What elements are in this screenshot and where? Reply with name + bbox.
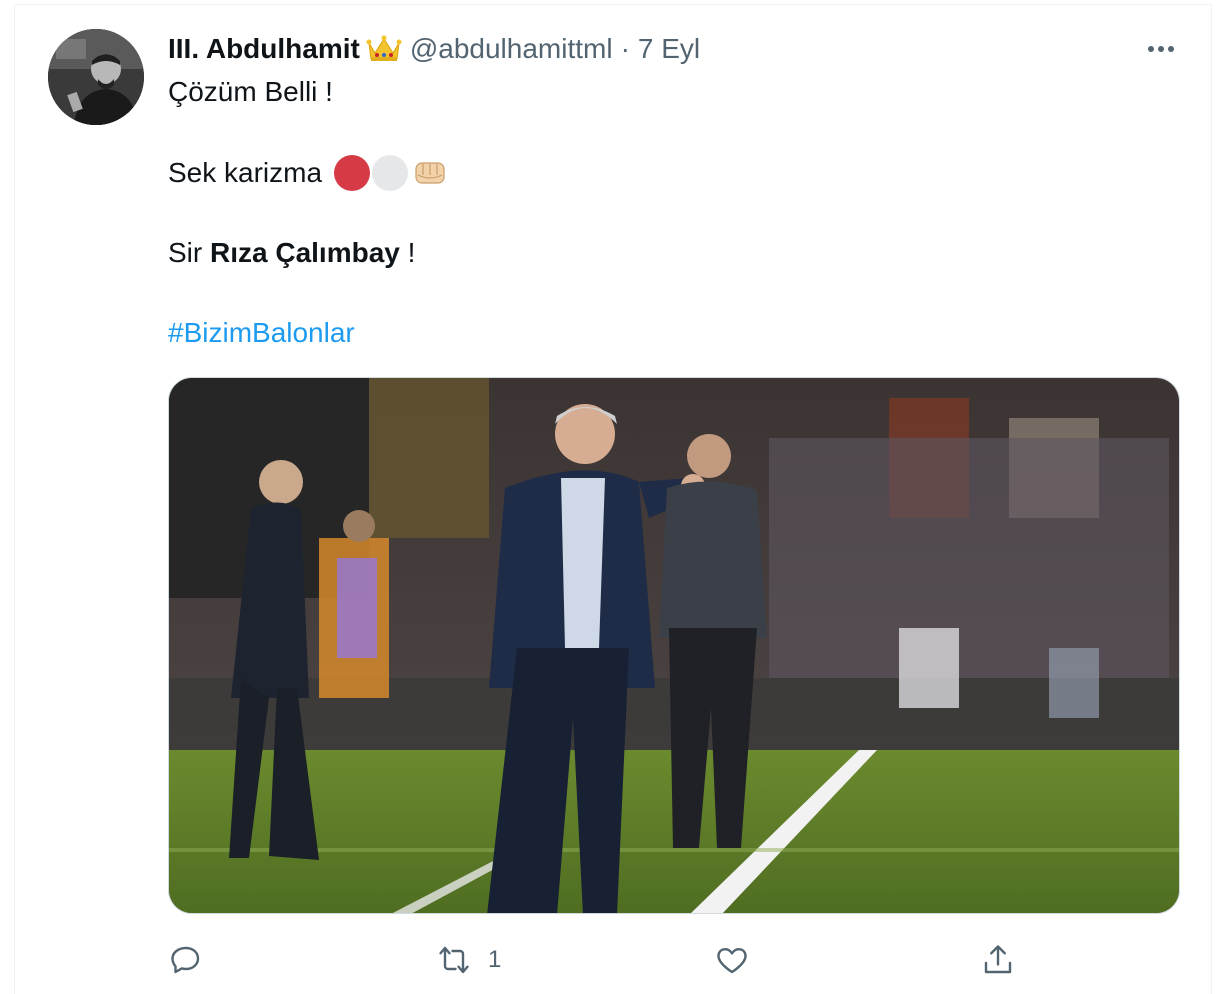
more-dot-icon (1168, 46, 1174, 52)
line3-prefix: Sir (168, 237, 210, 268)
stadium-photo (169, 378, 1179, 913)
avatar-photo (48, 29, 144, 125)
retweet-icon (439, 946, 469, 974)
tweet-header: III. Abdulhamit @abdulhamittml · 7 Eyl (168, 30, 700, 68)
red-circle-emoji (334, 155, 371, 191)
reply-icon (171, 946, 200, 974)
separator-dot: · (620, 33, 630, 64)
tweet-text-line-1: Çözüm Belli ! (168, 76, 333, 107)
more-dot-icon (1158, 46, 1164, 52)
share-button[interactable] (980, 938, 1016, 982)
more-options-button[interactable] (1140, 36, 1182, 62)
tweet-text-line-2: Sek karizma (168, 155, 450, 191)
crown-icon (366, 35, 402, 63)
line2-text: Sek karizma (168, 157, 323, 188)
retweet-button[interactable]: 1 (436, 938, 501, 982)
fist-icon (410, 155, 450, 191)
tweet-text-line-3: Sir Rıza Çalımbay ! (168, 235, 415, 271)
white-circle-emoji (372, 155, 409, 191)
mention-name: Rıza Çalımbay (210, 237, 400, 268)
like-button[interactable] (714, 938, 750, 982)
author-handle[interactable]: @abdulhamittml (410, 33, 613, 65)
reply-button[interactable] (168, 938, 204, 982)
avatar[interactable] (48, 29, 144, 125)
more-dot-icon (1148, 46, 1154, 52)
tweet-timestamp[interactable]: 7 Eyl (638, 33, 700, 65)
line3-suffix: ! (399, 237, 416, 268)
hashtag-link[interactable]: #BizimBalonlar (168, 315, 355, 351)
heart-icon (717, 948, 747, 974)
tweet-actions-bar: 1 (168, 938, 1180, 982)
tweet-photo[interactable] (168, 377, 1180, 914)
share-icon (984, 945, 1012, 974)
retweet-count: 1 (488, 946, 502, 973)
author-name[interactable]: III. Abdulhamit (168, 33, 360, 65)
